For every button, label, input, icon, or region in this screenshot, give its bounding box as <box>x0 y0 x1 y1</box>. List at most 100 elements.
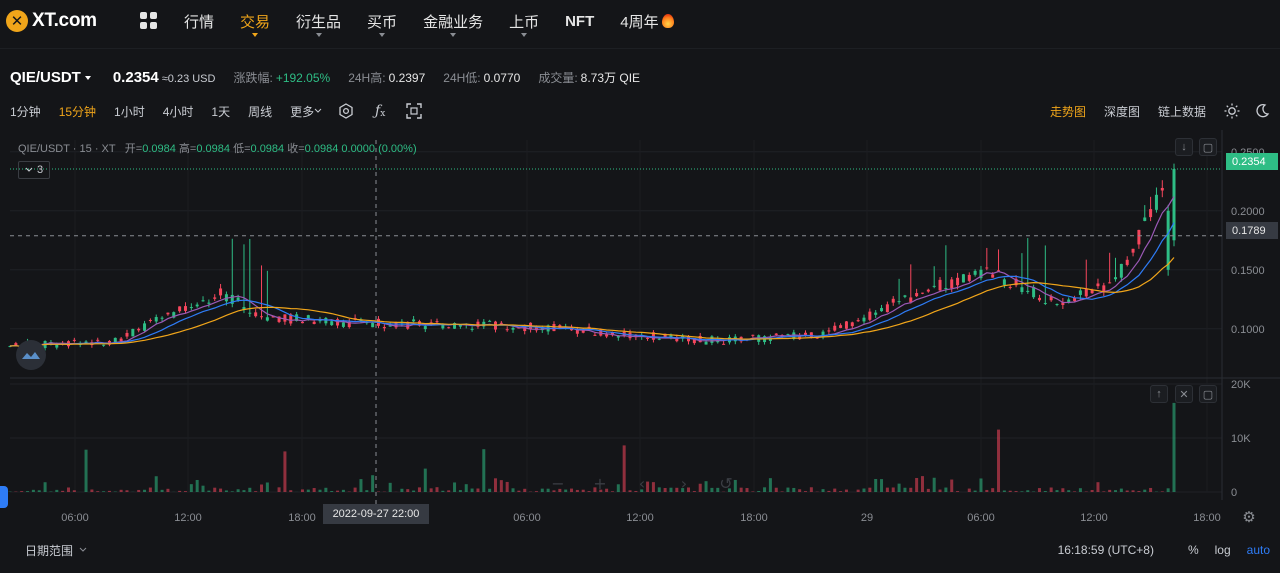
volume-bar <box>341 489 345 492</box>
candle-body <box>178 306 182 312</box>
xt-logo[interactable]: ✕ XT.com <box>6 10 124 32</box>
timeframe-0[interactable]: 1分钟 <box>10 103 41 120</box>
candle-body <box>844 321 848 329</box>
volume-bar <box>1049 487 1053 492</box>
volume-bar <box>517 490 521 492</box>
view-tab-0[interactable]: 走势图 <box>1050 103 1086 120</box>
candle-body <box>1020 287 1024 293</box>
nav-item-7[interactable]: 4周年 <box>620 0 674 42</box>
candle-body <box>874 312 878 315</box>
apps-grid-icon[interactable] <box>140 12 158 30</box>
view-tab-1[interactable]: 深度图 <box>1104 103 1140 120</box>
indicator-fx-icon[interactable]: ƒx <box>372 103 388 119</box>
nav-item-2[interactable]: 衍生品 <box>296 0 341 42</box>
nav-item-1[interactable]: 交易 <box>240 0 270 42</box>
volume-bar <box>388 482 392 492</box>
nav-item-3[interactable]: 买币 <box>367 0 397 42</box>
percent-toggle[interactable]: % <box>1188 543 1199 557</box>
volume-bar <box>458 490 462 492</box>
nav-item-4[interactable]: 金融业务 <box>423 0 483 42</box>
time-axis-label: 12:00 <box>174 512 202 524</box>
candle-body <box>1160 187 1164 191</box>
view-tabs: 走势图 深度图 链上数据 <box>1050 98 1280 124</box>
candle-body <box>1043 302 1047 304</box>
volume-bar <box>1096 482 1100 492</box>
candle-body <box>646 337 650 339</box>
volume-bar <box>646 481 650 492</box>
clock: 16:18:59 (UTC+8) <box>1057 543 1154 557</box>
volume-bar <box>470 488 474 492</box>
timeframe-3[interactable]: 4小时 <box>163 103 194 120</box>
volume-bar <box>827 490 831 492</box>
pane-maximize-icon[interactable]: ▢ <box>1199 138 1217 156</box>
scroll-down-icon[interactable]: ↓ <box>1175 138 1193 156</box>
view-tab-2[interactable]: 链上数据 <box>1158 103 1206 120</box>
volume-bar <box>839 491 843 492</box>
volume-bar <box>534 491 538 492</box>
volume-bar <box>435 487 439 492</box>
candle-body <box>312 321 316 324</box>
volume-bar <box>476 488 480 492</box>
volume-bar <box>505 481 509 492</box>
moon-icon[interactable] <box>1254 103 1270 119</box>
candle-body <box>552 323 556 332</box>
candle-body <box>1143 217 1147 221</box>
indicator-toggle[interactable]: 3 <box>18 161 50 179</box>
price-chart[interactable]: 0.25000.20000.15000.100020K10K006:0012:0… <box>0 130 1280 530</box>
chart-nav-icon: ‹ <box>639 474 645 493</box>
volume-bar <box>119 489 123 492</box>
log-toggle[interactable]: log <box>1215 543 1231 557</box>
auto-toggle[interactable]: auto <box>1247 543 1270 557</box>
drawing-panel-handle[interactable] <box>0 486 8 508</box>
volume-bar <box>1008 490 1012 492</box>
volume-bar <box>90 489 94 492</box>
volume-bar <box>663 487 667 492</box>
volume-bar <box>1119 488 1123 492</box>
volume-bar <box>230 491 234 492</box>
volume-bar <box>265 482 269 492</box>
settings-hex-icon[interactable] <box>338 103 354 119</box>
candle-body <box>803 332 807 335</box>
chart-nav-icon: + <box>593 474 606 493</box>
price-axis-label: 0.2000 <box>1231 206 1265 218</box>
volume-bar <box>768 478 772 492</box>
timeframe-1[interactable]: 15分钟 <box>59 103 96 120</box>
volume-bar <box>189 484 193 492</box>
candle-body <box>920 292 924 294</box>
pane-close-icon[interactable]: ✕ <box>1175 385 1193 403</box>
volume-bar <box>66 487 70 492</box>
sun-icon[interactable] <box>1224 103 1240 119</box>
volume-bar <box>125 490 129 492</box>
volume-bar <box>318 489 322 492</box>
volume-bar <box>751 491 755 492</box>
fullscreen-icon[interactable] <box>406 103 422 119</box>
candle-body <box>488 320 492 322</box>
nav-item-6[interactable]: NFT <box>565 0 594 42</box>
candle-body <box>809 332 813 338</box>
timeframe-4[interactable]: 1天 <box>211 103 230 120</box>
timeframe-5[interactable]: 周线 <box>248 103 272 120</box>
timeframe-2[interactable]: 1小时 <box>114 103 145 120</box>
pane-maximize-icon[interactable]: ▢ <box>1199 385 1217 403</box>
volume-bar <box>412 490 416 492</box>
candle-body <box>833 325 837 331</box>
candle-body <box>201 300 205 302</box>
volume-bar <box>102 491 106 492</box>
nav-item-5[interactable]: 上币 <box>509 0 539 42</box>
candle-body <box>166 312 170 315</box>
candle-body <box>751 334 755 336</box>
volume-bar <box>1149 487 1153 492</box>
candle-body <box>341 322 345 327</box>
pane-up-icon[interactable]: ↑ <box>1150 385 1168 403</box>
more-caret-icon[interactable] <box>314 103 322 119</box>
pair-selector[interactable]: QIE/USDT <box>10 69 81 86</box>
date-range-button[interactable]: 日期范围 <box>25 542 87 559</box>
timeframe-6[interactable]: 更多 <box>290 103 314 120</box>
volume-bar <box>587 491 591 492</box>
volume-bar <box>687 487 691 492</box>
nav-item-0[interactable]: 行情 <box>184 0 214 42</box>
candle-body <box>499 322 503 324</box>
pair-caret-icon[interactable] <box>84 76 91 80</box>
volume-bar <box>324 487 328 492</box>
volume-bar <box>312 488 316 492</box>
